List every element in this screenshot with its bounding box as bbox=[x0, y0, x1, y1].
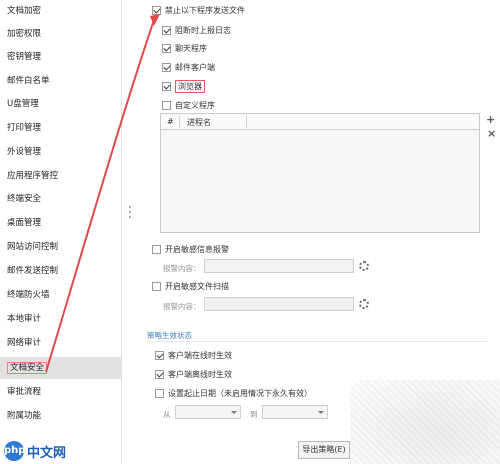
gear-icon[interactable] bbox=[359, 261, 369, 271]
sidebar-item-local-audit[interactable]: 本地审计 bbox=[0, 308, 121, 330]
keyword-alarm-checkbox[interactable] bbox=[152, 244, 161, 254]
sidebar-item-label: 本地审计 bbox=[7, 314, 42, 324]
date-range-option[interactable]: 设置起止日期（未启用情况下永久有效） bbox=[155, 387, 312, 399]
keyword-alarm-option[interactable]: 开启敏感信息报警 bbox=[152, 243, 229, 255]
alarm-content-input[interactable] bbox=[204, 259, 354, 273]
sidebar-item-app-control[interactable]: 应用程序管控 bbox=[0, 165, 121, 187]
alarm-content-label: 报警内容： bbox=[163, 264, 201, 273]
sidebar-item-mail-whitelist[interactable]: 邮件白名单 bbox=[0, 70, 121, 92]
sensitive-scan-label: 开启敏感文件扫描 bbox=[165, 281, 229, 291]
chat-label: 聊天程序 bbox=[175, 43, 207, 53]
sidebar-item-label: 桌面管理 bbox=[7, 218, 42, 228]
online-effective-checkbox[interactable] bbox=[155, 350, 164, 360]
end-date-select[interactable] bbox=[262, 405, 328, 419]
column-number: # bbox=[167, 117, 174, 126]
forbid-send-label: 禁止以下程序发送文件 bbox=[165, 5, 245, 15]
sidebar: 文档加密 加密权限 密钥管理 邮件白名单 U盘管理 打印管理 外设管理 应用程序… bbox=[0, 0, 122, 464]
sidebar-item-desktop-management[interactable]: 桌面管理 bbox=[0, 212, 121, 234]
sidebar-item-doc-encrypt[interactable]: 文档加密 bbox=[0, 0, 121, 22]
sidebar-item-label: 文档安全 bbox=[7, 362, 48, 374]
report-log-label: 阻断时上报日志 bbox=[175, 25, 231, 35]
export-policy-button[interactable]: 导出策略(E) bbox=[298, 441, 350, 459]
mail-client-label: 邮件客户端 bbox=[175, 62, 215, 72]
sidebar-item-label: 邮件白名单 bbox=[7, 76, 50, 86]
sidebar-item-key-management[interactable]: 密钥管理 bbox=[0, 46, 121, 68]
scan-content-label: 报警内容： bbox=[163, 302, 201, 311]
browser-label: 浏览器 bbox=[175, 79, 205, 93]
sidebar-item-label: 附属功能 bbox=[7, 411, 42, 421]
sidebar-item-label: 网络审计 bbox=[7, 338, 42, 348]
sensitive-scan-option[interactable]: 开启敏感文件扫描 bbox=[152, 280, 229, 292]
report-log-option[interactable]: 阻断时上报日志 bbox=[162, 24, 231, 36]
process-list-header: # 进程名 bbox=[161, 114, 479, 130]
sidebar-item-usb-management[interactable]: U盘管理 bbox=[0, 93, 121, 115]
offline-effective-checkbox[interactable] bbox=[155, 369, 164, 379]
site-logo: php 中文网 bbox=[0, 438, 90, 464]
keyword-alarm-label: 开启敏感信息报警 bbox=[165, 244, 229, 254]
report-log-checkbox[interactable] bbox=[162, 25, 171, 35]
sidebar-item-label: 加密权限 bbox=[7, 29, 42, 39]
sidebar-item-label: 外设管理 bbox=[7, 147, 42, 157]
sidebar-item-label: 审批流程 bbox=[7, 387, 42, 397]
sidebar-item-encrypt-permission[interactable]: 加密权限 bbox=[0, 23, 121, 45]
sidebar-item-endpoint-security[interactable]: 终端安全 bbox=[0, 188, 121, 210]
sidebar-item-approval-flow[interactable]: 审批流程 bbox=[0, 381, 121, 403]
sidebar-item-web-access-control[interactable]: 网站访问控制 bbox=[0, 236, 121, 258]
gear-icon[interactable] bbox=[359, 299, 369, 309]
sidebar-item-doc-security[interactable]: 文档安全 bbox=[0, 357, 121, 379]
to-label: 到 bbox=[250, 410, 258, 419]
date-range-label: 设置起止日期（未启用情况下永久有效） bbox=[168, 388, 312, 398]
custom-program-label: 自定义程序 bbox=[175, 100, 215, 110]
forbid-send-option[interactable]: 禁止以下程序发送文件 bbox=[152, 4, 245, 16]
sidebar-item-label: 打印管理 bbox=[7, 123, 42, 133]
date-range-checkbox[interactable] bbox=[155, 388, 164, 398]
background-texture bbox=[350, 380, 500, 464]
sidebar-item-mail-send-control[interactable]: 邮件发送控制 bbox=[0, 260, 121, 282]
custom-program-option[interactable]: 自定义程序 bbox=[162, 99, 215, 111]
sidebar-item-label: 终端防火墙 bbox=[7, 290, 50, 300]
chat-checkbox[interactable] bbox=[162, 43, 171, 53]
mail-client-option[interactable]: 邮件客户端 bbox=[162, 61, 215, 73]
forbid-send-checkbox[interactable] bbox=[152, 5, 161, 15]
remove-icon[interactable]: × bbox=[487, 127, 496, 140]
sidebar-item-network-audit[interactable]: 网络审计 bbox=[0, 332, 121, 354]
sidebar-item-label: 邮件发送控制 bbox=[7, 266, 59, 276]
sidebar-item-extra-functions[interactable]: 附属功能 bbox=[0, 405, 121, 427]
logo-text: 中文网 bbox=[27, 444, 67, 460]
sidebar-item-label: U盘管理 bbox=[7, 99, 39, 109]
scan-content-input[interactable] bbox=[204, 297, 354, 311]
section-divider bbox=[147, 341, 487, 342]
online-effective-label: 客户端在线时生效 bbox=[168, 350, 232, 360]
sidebar-item-endpoint-firewall[interactable]: 终端防火墙 bbox=[0, 284, 121, 306]
sidebar-item-label: 终端安全 bbox=[7, 194, 42, 204]
mail-client-checkbox[interactable] bbox=[162, 62, 171, 72]
sidebar-item-print-management[interactable]: 打印管理 bbox=[0, 117, 121, 139]
start-date-select[interactable] bbox=[175, 405, 241, 419]
sidebar-item-label: 应用程序管控 bbox=[7, 171, 59, 181]
add-icon[interactable]: + bbox=[486, 113, 495, 126]
online-effective-option[interactable]: 客户端在线时生效 bbox=[155, 349, 232, 361]
sidebar-item-label: 文档加密 bbox=[7, 6, 42, 16]
browser-checkbox[interactable] bbox=[162, 81, 171, 91]
chat-option[interactable]: 聊天程序 bbox=[162, 42, 207, 54]
custom-program-checkbox[interactable] bbox=[162, 100, 171, 110]
column-process-name[interactable]: 进程名 bbox=[187, 117, 211, 128]
splitter-handle[interactable] bbox=[129, 206, 132, 220]
process-list[interactable]: # 进程名 bbox=[160, 113, 480, 233]
logo-badge: php bbox=[4, 441, 25, 461]
from-label: 从 bbox=[163, 410, 171, 419]
browser-option[interactable]: 浏览器 bbox=[162, 79, 205, 93]
sidebar-item-label: 网站访问控制 bbox=[7, 242, 59, 252]
offline-effective-option[interactable]: 客户端离线时生效 bbox=[155, 368, 232, 380]
sensitive-scan-checkbox[interactable] bbox=[152, 281, 161, 291]
sidebar-item-label: 密钥管理 bbox=[7, 52, 42, 62]
offline-effective-label: 客户端离线时生效 bbox=[168, 369, 232, 379]
sidebar-item-peripheral-management[interactable]: 外设管理 bbox=[0, 141, 121, 163]
policy-status-title: 策略生效状态 bbox=[147, 331, 192, 340]
